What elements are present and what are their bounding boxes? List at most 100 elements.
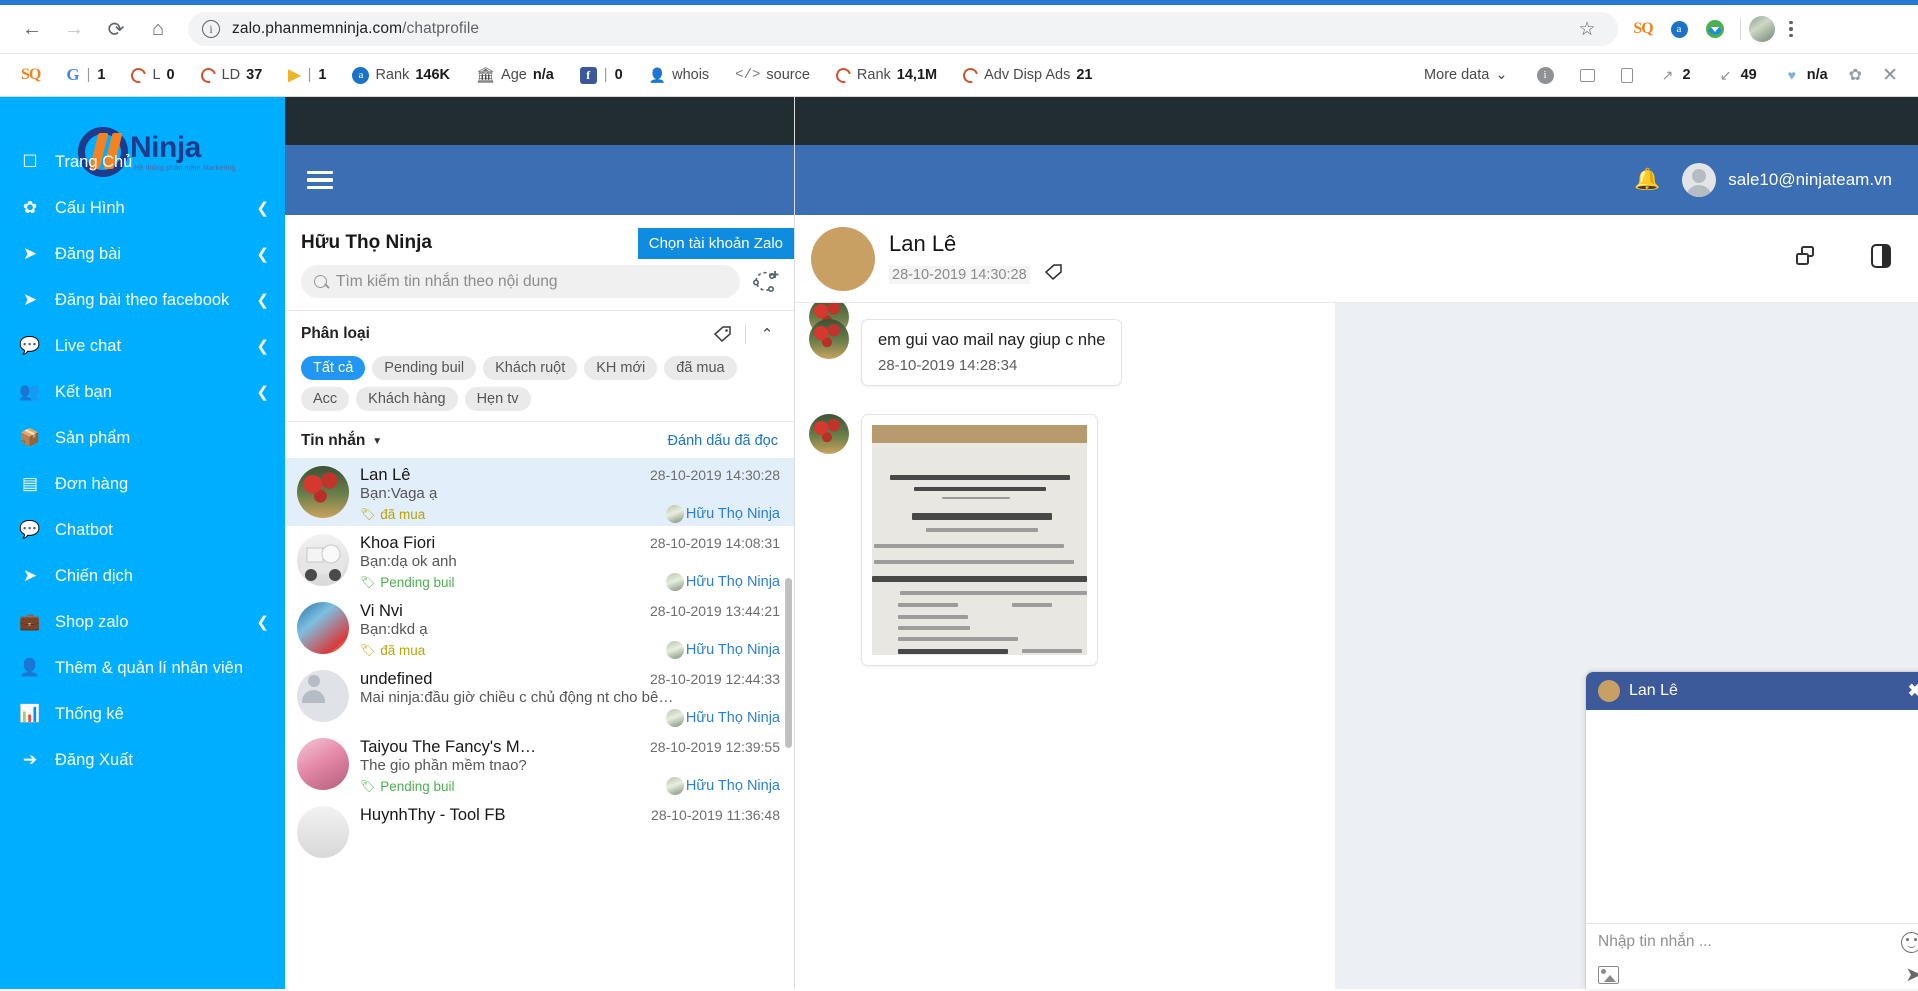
chip-pending-buil[interactable]: Pending buil: [372, 356, 477, 380]
sidebar-item-nhan-vien[interactable]: 👤 Thêm & quản lí nhân viên: [0, 645, 285, 691]
external-link-icon: ↗: [1661, 66, 1674, 83]
seoquake-logo[interactable]: SQ: [8, 54, 53, 96]
sidebar-item-san-pham[interactable]: 📦 Sản phẩm: [0, 415, 285, 461]
status-badge: 🏷 Pending buil: [360, 574, 455, 590]
bookmark-star-icon[interactable]: ☆: [1570, 12, 1604, 46]
site-info-icon[interactable]: i: [202, 20, 220, 38]
chrome-profile-avatar[interactable]: [1749, 16, 1775, 42]
seo-item-semrush-rank[interactable]: Rank 14,1M: [823, 54, 950, 96]
sidebar-item-dang-bai[interactable]: ➤ Đăng bài ❮: [0, 231, 285, 277]
seo-item-google[interactable]: G | 1: [53, 54, 118, 96]
sidebar-label-don-hang: Đơn hàng: [55, 474, 129, 493]
seo-info-icon[interactable]: i: [1524, 54, 1567, 96]
tag-icon[interactable]: [1043, 263, 1063, 286]
seo-item-alexa-rank[interactable]: a Rank 146K: [339, 54, 463, 96]
conversation-item-lan-le[interactable]: Lan Lê 28-10-2019 14:30:28 Bạn:Vaga ạ 🏷 …: [285, 458, 794, 526]
sidebar-item-trang-chu[interactable]: ☐ Trang Chủ: [0, 139, 285, 185]
person-icon: 👤: [648, 66, 667, 83]
home-button[interactable]: ⌂: [138, 9, 178, 49]
contract-document-image[interactable]: [872, 425, 1087, 655]
chip-hen-tv[interactable]: Hẹn tv: [464, 387, 531, 411]
gear-icon[interactable]: ✿: [1841, 65, 1870, 85]
conversation-item-vi-nvi[interactable]: Vi Nvi 28-10-2019 13:44:21 Bạn:dkd ạ 🏷 đ…: [285, 594, 794, 662]
seo-item-whois[interactable]: 👤 whois: [636, 54, 723, 96]
duplicate-window-icon[interactable]: [1794, 245, 1818, 272]
seoquake-extension-icon[interactable]: SQ: [1626, 12, 1660, 46]
chip-kh-moi[interactable]: KH mới: [584, 356, 658, 380]
forward-button[interactable]: →: [54, 9, 94, 49]
seo-item-bing[interactable]: ▶ | 1: [275, 54, 339, 96]
sidebar-item-chatbot[interactable]: 💬 Chatbot: [0, 507, 285, 553]
reload-button[interactable]: ⟳: [96, 9, 136, 49]
hamburger-icon[interactable]: [307, 170, 333, 190]
chevron-left-icon: ❮: [256, 338, 269, 355]
chip-khach-hang[interactable]: Khách hàng: [356, 387, 458, 411]
chevron-left-icon: ❮: [256, 614, 269, 631]
tag-icon: 🏷: [360, 779, 376, 793]
seo-inbound-links[interactable]: ↙ 49: [1704, 54, 1770, 96]
seo-external-links[interactable]: ↗ 2: [1646, 54, 1704, 96]
circle-icon: [197, 64, 219, 86]
seo-item-l[interactable]: L 0: [118, 54, 187, 96]
sidebar-item-chien-dich[interactable]: ➤ Chiến dịch: [0, 553, 285, 599]
conversation-item-taiyou[interactable]: Taiyou The Fancy's M… 28-10-2019 12:39:5…: [285, 730, 794, 798]
search-input[interactable]: Tìm kiếm tin nhắn theo nội dung: [301, 265, 740, 298]
floating-chat-window-lan-le[interactable]: Lan Lê ✖ Nhập tin nhắn ... ➤: [1585, 671, 1918, 989]
toggle-panel-icon[interactable]: [1870, 243, 1892, 274]
conversation-item-undefined[interactable]: undefined 28-10-2019 12:44:33 Mai ninja:…: [285, 662, 794, 730]
add-group-icon[interactable]: [750, 267, 780, 297]
url-input[interactable]: i zalo.phanmemninja.com/chatprofile ☆: [188, 12, 1618, 46]
download-extension-icon[interactable]: [1698, 12, 1732, 46]
conversation-list-scrollbar[interactable]: [785, 578, 792, 748]
floating-window-header[interactable]: Lan Lê ✖: [1586, 672, 1918, 710]
seo-value-age: n/a: [532, 67, 554, 83]
box-icon: 📦: [19, 428, 41, 447]
chip-tat-ca[interactable]: Tất cả: [301, 356, 366, 380]
close-icon[interactable]: ✖: [1908, 681, 1918, 701]
more-data-button[interactable]: More data ⌄: [1408, 67, 1523, 83]
owner-avatar: [665, 777, 684, 795]
seo-item-age[interactable]: 🏛 Age n/a: [463, 54, 567, 96]
chip-khach-ruot[interactable]: Khách ruột: [483, 356, 578, 380]
floating-window-messages[interactable]: [1586, 710, 1918, 923]
sidebar-label-shop-zalo: Shop zalo: [55, 612, 129, 631]
chevron-down-icon[interactable]: ▼: [372, 436, 382, 447]
chip-da-mua[interactable]: đã mua: [664, 356, 737, 380]
seo-monitor-icon[interactable]: [1567, 54, 1608, 96]
bell-icon[interactable]: 🔔: [1634, 168, 1660, 192]
chip-acc[interactable]: Acc: [301, 387, 350, 411]
facebook-icon: f: [579, 66, 597, 84]
conversation-name: Taiyou The Fancy's M…: [360, 738, 537, 756]
sidebar-item-live-chat[interactable]: 💬 Live chat ❮: [0, 323, 285, 369]
seo-page-icon[interactable]: [1608, 54, 1646, 96]
tag-add-icon[interactable]: [709, 323, 735, 345]
back-button[interactable]: ←: [12, 9, 52, 49]
conversation-item-huynhthy[interactable]: HuynhThy - Tool FB 28-10-2019 11:36:48: [285, 798, 794, 866]
sidebar-item-dang-xuat[interactable]: ➔ Đăng Xuất: [0, 737, 285, 783]
conversation-item-khoa-fiori[interactable]: Khoa Fiori 28-10-2019 14:08:31 Bạn:dạ ok…: [285, 526, 794, 594]
sidebar-item-cau-hinh[interactable]: ✿ Cấu Hình ❮: [0, 185, 285, 231]
send-icon[interactable]: ➤: [1905, 962, 1918, 987]
seo-item-ld[interactable]: LD 37: [188, 54, 276, 96]
seo-heart-stat[interactable]: ♥ n/a: [1770, 54, 1841, 96]
select-zalo-account-button[interactable]: Chọn tài khoản Zalo: [637, 227, 794, 259]
conversation-list[interactable]: Lan Lê 28-10-2019 14:30:28 Bạn:Vaga ạ 🏷 …: [285, 458, 794, 989]
sidebar-item-don-hang[interactable]: ▤ Đơn hàng: [0, 461, 285, 507]
message-input[interactable]: Nhập tin nhắn ...: [1586, 924, 1918, 960]
user-menu[interactable]: sale10@ninjateam.vn: [1682, 163, 1892, 197]
seo-item-adv-disp-ads[interactable]: Adv Disp Ads 21: [950, 54, 1105, 96]
mark-as-read-link[interactable]: Đánh dấu đã đọc: [668, 433, 778, 449]
close-icon[interactable]: ✕: [1870, 64, 1910, 87]
sidebar-item-ket-ban[interactable]: 👥 Kết bạn ❮: [0, 369, 285, 415]
seo-item-source[interactable]: </> source: [722, 54, 823, 96]
chevron-up-icon[interactable]: ⌃: [756, 325, 778, 343]
emoji-icon[interactable]: [1901, 931, 1918, 953]
alexa-extension-icon[interactable]: a: [1662, 12, 1696, 46]
avatar: [1598, 680, 1620, 702]
sidebar-item-dang-bai-facebook[interactable]: ➤ Đăng bài theo facebook ❮: [0, 277, 285, 323]
sidebar-item-thong-ke[interactable]: 📊 Thống kê: [0, 691, 285, 737]
image-attach-icon[interactable]: [1598, 965, 1619, 984]
chrome-menu-icon[interactable]: [1777, 20, 1805, 38]
sidebar-item-shop-zalo[interactable]: 💼 Shop zalo ❮: [0, 599, 285, 645]
seo-item-facebook[interactable]: f | 0: [567, 54, 636, 96]
